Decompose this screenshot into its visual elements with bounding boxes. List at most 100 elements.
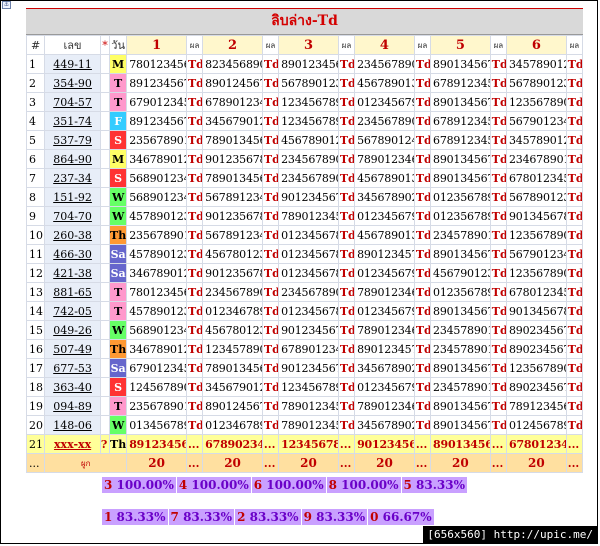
row-number-cell: 2345678901	[354, 111, 415, 131]
row-index: 1	[25, 54, 46, 74]
row-result-tag: Td	[489, 111, 507, 131]
row-number-cell: 3456790120	[202, 377, 263, 397]
row-code-link[interactable]: 677-53	[44, 358, 101, 378]
row-number-cell: 2345789010	[430, 339, 491, 359]
row-result-tag: Td	[413, 244, 432, 264]
row-number-cell: 1235678901	[505, 225, 567, 245]
row-result-tag: Td	[337, 358, 356, 378]
table-row: 8151-92W5689012340Td5678912340Td90123456…	[25, 187, 584, 207]
row-result-tag: Td	[565, 339, 584, 359]
summary-dots: ...	[185, 453, 204, 473]
row-number-cell: 2345678900	[278, 168, 339, 188]
row-star-cell	[99, 187, 111, 207]
row-number-cell: 3467890120	[126, 149, 187, 169]
row-result-tag: Td	[337, 168, 356, 188]
table-row: 15049-26W5689012340Td4567801230Td9012345…	[25, 320, 584, 340]
summary-dots: ...	[489, 453, 507, 473]
row-result-tag: Td	[337, 282, 356, 302]
row-result-tag: Td	[565, 244, 584, 264]
row-number-cell: 123456789	[278, 434, 339, 454]
row-code-link[interactable]: 742-05	[44, 301, 101, 321]
header-pl-4: ผล	[413, 35, 432, 55]
row-result-tag: Td	[489, 130, 507, 150]
row-number-cell: 3457890123	[505, 130, 567, 150]
row-index: 21	[25, 434, 46, 454]
row-result-tag: Td	[261, 301, 280, 321]
row-code-link[interactable]: 363-40	[44, 377, 101, 397]
row-result-tag: Td	[337, 339, 356, 359]
row-day: T	[109, 282, 128, 302]
header-index: #	[25, 35, 46, 55]
row-index: 14	[25, 301, 46, 321]
row-number-cell: 9012356780	[202, 149, 263, 169]
row-code-link[interactable]: 351-74	[44, 111, 101, 131]
row-index: 12	[25, 263, 46, 283]
picture-anchor-icon: ⚓	[2, 1, 11, 9]
row-number-cell: 0124567890	[505, 415, 567, 435]
digit-percent: 66.67%	[382, 510, 432, 524]
row-code-link[interactable]: 881-65	[44, 282, 101, 302]
summary-count: 20	[126, 453, 187, 473]
row-number-cell: 2346789012	[505, 149, 567, 169]
table-row-current: 21xxx-xx?Th891234567...678902345...12345…	[25, 434, 584, 454]
row-dots: ...	[185, 434, 204, 454]
row-result-tag: Td	[413, 92, 432, 112]
row-code-link[interactable]: 704-70	[44, 206, 101, 226]
row-code-link[interactable]: 537-79	[44, 130, 101, 150]
table-row: 1449-11M7801234560Td8234568901Td89012345…	[25, 54, 584, 74]
row-number-cell: 2345678900	[278, 149, 339, 169]
row-number-cell: 8901345670	[430, 358, 491, 378]
row-code-link[interactable]: 237-34	[44, 168, 101, 188]
row-code-link[interactable]: 507-49	[44, 339, 101, 359]
row-result-tag: Td	[489, 225, 507, 245]
row-day: Sa	[109, 358, 128, 378]
row-code-link[interactable]: 449-11	[44, 54, 101, 74]
row-index: 7	[25, 168, 46, 188]
row-index: 5	[25, 130, 46, 150]
row-number-cell: 3457890125	[505, 54, 567, 74]
row-code-link[interactable]: 049-26	[44, 320, 101, 340]
row-number-cell: 5678912340	[202, 225, 263, 245]
row-index: 16	[25, 339, 46, 359]
row-star-cell	[99, 396, 111, 416]
row-code-link[interactable]: 260-38	[44, 225, 101, 245]
row-code-link[interactable]: 094-89	[44, 396, 101, 416]
row-result-tag: Td	[185, 396, 204, 416]
table-row: 20148-06W0134567890Td0123467890Td7890123…	[25, 415, 584, 435]
header-star: *	[99, 35, 111, 55]
row-number-cell: 7890134560	[202, 168, 263, 188]
row-number-cell: 0123456790	[354, 377, 415, 397]
row-result-tag: Td	[489, 54, 507, 74]
row-code-link[interactable]: 864-90	[44, 149, 101, 169]
row-result-tag: Td	[337, 396, 356, 416]
row-result-tag: Td	[413, 149, 432, 169]
row-result-tag: Td	[413, 130, 432, 150]
row-code-link[interactable]: 704-57	[44, 92, 101, 112]
summary-dots: ...	[337, 453, 356, 473]
row-code-link[interactable]: 466-30	[44, 244, 101, 264]
table-row: 10260-38Th2356789010Td5678912340Td012345…	[25, 225, 584, 245]
digit-label: 8	[328, 478, 337, 492]
row-index: 2	[25, 73, 46, 93]
spreadsheet: ลิบล่าง-Td # เลข * วัน 1 ผล 2 ผล 3 ผล 4 …	[25, 8, 584, 473]
row-result-tag: Td	[489, 301, 507, 321]
row-result-tag: Td	[565, 149, 584, 169]
table-row: 6864-90M3467890120Td9012356780Td23456789…	[25, 149, 584, 169]
row-number-cell: 7801234560	[126, 54, 187, 74]
row-number-cell: 8901345670	[430, 54, 491, 74]
row-result-tag: Td	[413, 301, 432, 321]
row-code-link[interactable]: xxx-xx	[44, 434, 101, 454]
row-result-tag: Td	[565, 358, 584, 378]
row-number-cell: 8901234560	[278, 54, 339, 74]
digit-percent: 100.00%	[116, 478, 174, 492]
row-number-cell: 7890123450	[278, 415, 339, 435]
row-result-tag: Td	[565, 301, 584, 321]
row-index: 18	[25, 377, 46, 397]
row-result-tag: Td	[261, 92, 280, 112]
row-code-link[interactable]: 151-92	[44, 187, 101, 207]
row-number-cell: 1234578900	[202, 339, 263, 359]
digit-label: 0	[370, 510, 379, 524]
row-code-link[interactable]: 421-38	[44, 263, 101, 283]
row-code-link[interactable]: 148-06	[44, 415, 101, 435]
row-code-link[interactable]: 354-90	[44, 73, 101, 93]
